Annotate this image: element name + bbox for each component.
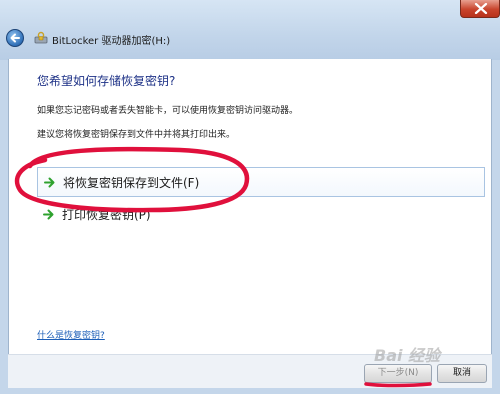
print-recovery-key-label: 打印恢复密钥(P) [62, 208, 151, 222]
cancel-button[interactable]: 取消 [437, 364, 487, 383]
close-icon [474, 3, 488, 14]
page-heading: 您希望如何存储恢复密钥? [37, 74, 176, 88]
close-button[interactable] [460, 0, 500, 18]
bitlocker-drive-icon [34, 31, 48, 44]
title-bar [0, 0, 500, 60]
green-arrow-icon [43, 209, 54, 220]
back-button[interactable] [6, 29, 24, 47]
save-to-file-option[interactable]: 将恢复密钥保存到文件(F) [37, 167, 485, 197]
green-arrow-icon [44, 177, 55, 188]
what-is-recovery-key-link[interactable]: 什么是恢复密钥? [37, 328, 105, 341]
description-text: 如果您忘记密码或者丢失智能卡，可以使用恢复密钥访问驱动器。 [37, 106, 299, 116]
window-title: BitLocker 驱动器加密(H:) [52, 36, 171, 47]
baidu-watermark: Bai 经验 [374, 346, 441, 365]
print-recovery-key-option[interactable]: 打印恢复密钥(P) [37, 200, 485, 230]
save-to-file-label: 将恢复密钥保存到文件(F) [63, 176, 200, 190]
next-button[interactable]: 下一步(N) [364, 364, 432, 383]
recommendation-text: 建议您将恢复密钥保存到文件中并将其打印出来。 [37, 130, 236, 140]
back-arrow-icon [10, 33, 20, 43]
